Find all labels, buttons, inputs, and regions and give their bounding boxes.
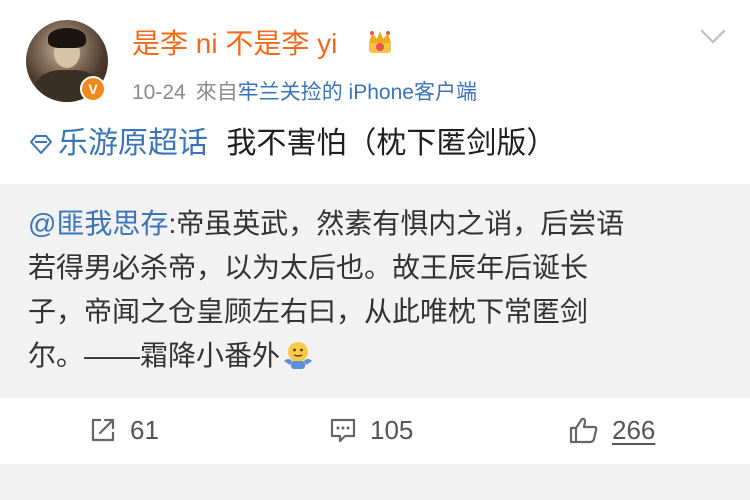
like-button[interactable]: 266 — [568, 412, 655, 448]
repost-line-2: 若得男必杀帝，以为太后也。故王辰年后诞长 — [28, 252, 589, 283]
feed-divider — [0, 464, 750, 500]
repost-text-4: 尔。——霜降小番外 — [28, 340, 281, 371]
from-label: 來自 — [195, 81, 238, 104]
repost-button[interactable]: 61 — [88, 412, 159, 448]
repost-line-3: 子，帝闻之仓皇顾左右曰，从此唯枕下常匿剑 — [28, 296, 589, 327]
repost-count: 61 — [130, 414, 159, 445]
repost-text-1: :帝虽英武，然素有惧内之诮，后尝语 — [168, 208, 625, 239]
reposted-content[interactable]: @匪我思存:帝虽英武，然素有惧内之诮，后尝语 若得男必杀帝，以为太后也。故王辰年… — [0, 184, 750, 398]
username[interactable]: 是李 ni 不是李 yi — [132, 22, 337, 62]
comment-count: 105 — [370, 414, 414, 445]
super-topic-label: 乐游原超话 — [58, 127, 208, 160]
post-header: V 是李 ni 不是李 yi 10-24 來自牢兰关捡的 iPhone客户端 — [0, 0, 750, 110]
repost-line-4: 尔。——霜降小番外 — [28, 334, 724, 378]
comment-icon — [330, 418, 356, 443]
verified-badge: V — [80, 76, 106, 102]
like-icon — [569, 417, 598, 444]
post-date: 10-24 — [132, 81, 186, 104]
post-meta: 10-24 來自牢兰关捡的 iPhone客户端 — [132, 76, 477, 106]
emoji-shrug-icon — [284, 342, 313, 369]
post-source[interactable]: 牢兰关捡的 iPhone客户端 — [238, 81, 477, 104]
repost-icon — [91, 418, 115, 442]
comment-button[interactable]: 105 — [328, 412, 413, 448]
mention-link[interactable]: @匪我思存 — [28, 208, 168, 239]
super-topic-link[interactable]: 乐游原超话 — [28, 127, 216, 160]
post-text: 乐游原超话 我不害怕（枕下匿剑版） — [28, 118, 556, 162]
post-body: 我不害怕（枕下匿剑版） — [226, 127, 557, 160]
crown-icon — [369, 31, 391, 53]
diamond-icon — [30, 135, 52, 154]
chevron-down-icon[interactable] — [698, 26, 728, 48]
action-bar: 61 105 266 — [0, 398, 750, 464]
repost-line-1: @匪我思存:帝虽英武，然素有惧内之诮，后尝语 — [28, 202, 724, 246]
like-count: 266 — [612, 414, 656, 445]
